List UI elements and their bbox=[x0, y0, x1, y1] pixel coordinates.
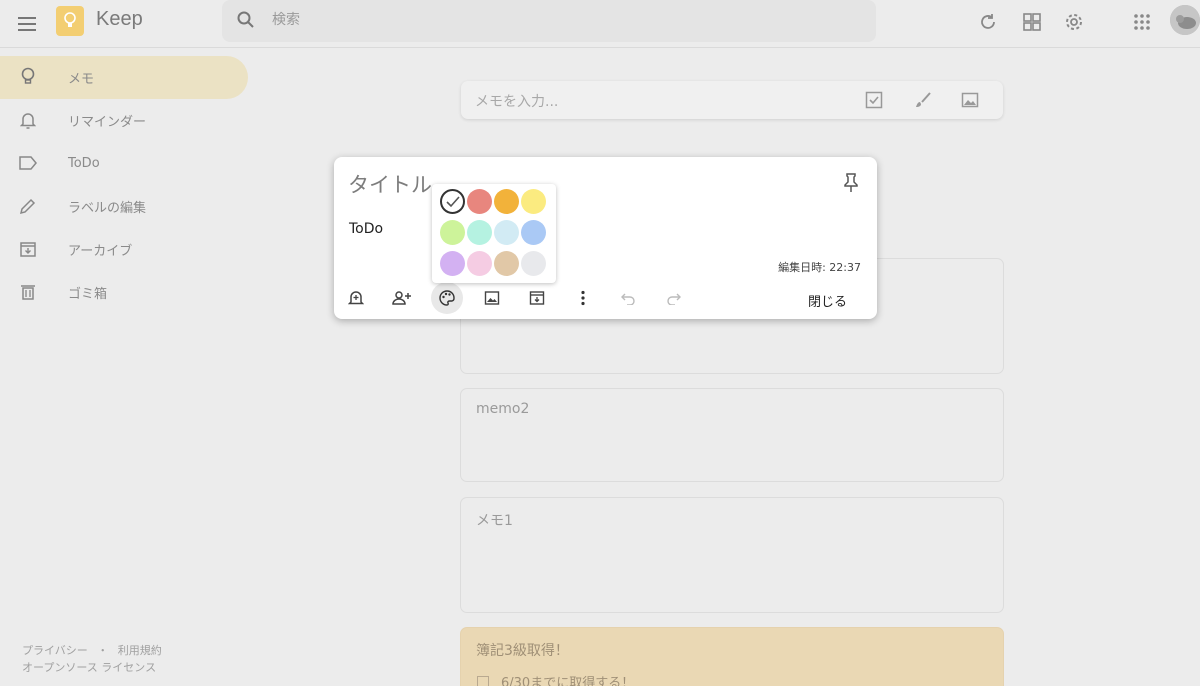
sidebar-item-reminders[interactable]: リマインダー bbox=[0, 99, 250, 142]
sidebar-item-edit-labels[interactable]: ラベルの編集 bbox=[0, 185, 250, 228]
pin-icon bbox=[844, 173, 858, 192]
trash-icon bbox=[18, 282, 38, 302]
palette-icon bbox=[439, 290, 455, 306]
app-title: Keep bbox=[96, 8, 143, 30]
image-icon bbox=[484, 291, 500, 305]
archive-icon bbox=[18, 239, 38, 259]
more-vertical-icon bbox=[581, 290, 585, 306]
footer-links: プライバシー ・ 利用規約 オープンソース ライセンス bbox=[22, 642, 162, 676]
keep-logo[interactable] bbox=[56, 6, 84, 36]
archive-icon bbox=[529, 291, 545, 305]
sidebar-item-label: ラベルの編集 bbox=[68, 201, 147, 216]
person-add-icon bbox=[392, 291, 411, 305]
footer-separator: ・ bbox=[97, 644, 109, 657]
note-card[interactable]: memo2 bbox=[460, 388, 1004, 482]
archive-button[interactable] bbox=[522, 283, 552, 313]
new-drawing-button[interactable] bbox=[912, 89, 934, 111]
avatar[interactable] bbox=[1170, 5, 1200, 35]
sidebar-item-label: ToDo bbox=[68, 156, 100, 171]
note-title: memo2 bbox=[476, 401, 530, 417]
checklist-item[interactable]: 6/30までに取得する！ bbox=[477, 672, 634, 686]
sidebar-item-label: リマインダー bbox=[68, 115, 147, 130]
terms-link[interactable]: 利用規約 bbox=[118, 644, 162, 657]
redo-button[interactable] bbox=[659, 283, 689, 313]
search-input[interactable] bbox=[272, 8, 832, 32]
note-title-input[interactable]: タイトル bbox=[348, 169, 432, 199]
color-swatch-default[interactable] bbox=[440, 189, 465, 214]
grid-view-icon bbox=[1023, 13, 1041, 31]
color-swatch-dark-blue[interactable] bbox=[521, 220, 546, 245]
sidebar-item-label: ゴミ箱 bbox=[68, 287, 108, 302]
checklist-item-text: 6/30までに取得する！ bbox=[501, 676, 635, 686]
note-card[interactable]: メモ1 bbox=[460, 497, 1004, 613]
main-menu-button[interactable] bbox=[14, 10, 42, 38]
color-swatch-teal[interactable] bbox=[467, 220, 492, 245]
sidebar-item-archive[interactable]: アーカイブ bbox=[0, 228, 250, 271]
sidebar-item-notes[interactable]: メモ bbox=[0, 56, 248, 99]
edited-timestamp: 編集日時: 22:37 bbox=[778, 261, 861, 274]
grid-view-button[interactable] bbox=[1018, 8, 1046, 36]
note-toolbar: 閉じる bbox=[334, 282, 877, 315]
add-image-button[interactable] bbox=[477, 283, 507, 313]
color-palette-popup bbox=[432, 184, 556, 283]
take-note-bar[interactable]: メモを入力... bbox=[461, 81, 1003, 119]
checkbox-icon bbox=[865, 91, 883, 109]
settings-button[interactable] bbox=[1060, 8, 1088, 36]
more-options-button[interactable] bbox=[568, 283, 598, 313]
sidebar-item-label: アーカイブ bbox=[68, 244, 133, 259]
color-swatch-brown[interactable] bbox=[494, 251, 519, 276]
redo-icon bbox=[667, 293, 681, 305]
color-swatch-gray[interactable] bbox=[521, 251, 546, 276]
collaborator-button[interactable] bbox=[387, 283, 417, 313]
image-icon bbox=[961, 92, 979, 108]
note-body-input[interactable]: ToDo bbox=[349, 221, 383, 237]
apps-button[interactable] bbox=[1128, 8, 1156, 36]
new-list-button[interactable] bbox=[863, 89, 885, 111]
color-swatch-red[interactable] bbox=[467, 189, 492, 214]
sidebar-item-todo[interactable]: ToDo bbox=[0, 142, 250, 185]
sidebar-item-label: メモ bbox=[68, 72, 95, 87]
top-bar: Keep bbox=[0, 0, 1200, 48]
search-bar[interactable] bbox=[222, 0, 876, 42]
refresh-button[interactable] bbox=[974, 8, 1002, 36]
undo-icon bbox=[621, 293, 635, 305]
background-options-button[interactable] bbox=[431, 282, 463, 314]
gear-icon bbox=[1066, 14, 1082, 30]
sidebar: メモ リマインダー ToDo ラベルの編集 アーカイブ ゴミ箱 bbox=[0, 56, 250, 314]
color-swatch-orange[interactable] bbox=[494, 189, 519, 214]
note-card[interactable]: 簿記3級取得！ 6/30までに取得する！ bbox=[460, 627, 1004, 686]
oss-license-link[interactable]: オープンソース ライセンス bbox=[22, 659, 162, 676]
color-swatch-pink[interactable] bbox=[467, 251, 492, 276]
refresh-icon bbox=[981, 14, 995, 29]
take-note-placeholder[interactable]: メモを入力... bbox=[475, 91, 558, 111]
color-swatch-purple[interactable] bbox=[440, 251, 465, 276]
note-title: メモ1 bbox=[476, 513, 513, 529]
pencil-icon bbox=[18, 196, 38, 216]
remind-me-button[interactable] bbox=[341, 283, 371, 313]
apps-grid-icon bbox=[1134, 14, 1150, 30]
bell-plus-icon bbox=[348, 291, 364, 305]
label-icon bbox=[18, 153, 38, 173]
lightbulb-icon bbox=[18, 67, 38, 87]
brush-icon bbox=[916, 92, 931, 107]
note-title: 簿記3級取得！ bbox=[476, 643, 569, 659]
hamburger-icon bbox=[18, 17, 36, 31]
color-swatch-blue[interactable] bbox=[494, 220, 519, 245]
checkbox[interactable] bbox=[477, 675, 489, 686]
check-icon bbox=[445, 195, 460, 207]
pin-button[interactable] bbox=[839, 171, 863, 195]
new-image-button[interactable] bbox=[959, 89, 981, 111]
search-icon[interactable] bbox=[236, 10, 256, 34]
color-swatch-yellow[interactable] bbox=[521, 189, 546, 214]
color-swatch-green[interactable] bbox=[440, 220, 465, 245]
close-button[interactable]: 閉じる bbox=[808, 291, 847, 310]
note-editor-dialog: タイトル ToDo 編集日時: 22:37 閉じる bbox=[334, 157, 877, 319]
privacy-link[interactable]: プライバシー bbox=[22, 644, 88, 657]
undo-button[interactable] bbox=[613, 283, 643, 313]
sidebar-item-trash[interactable]: ゴミ箱 bbox=[0, 271, 250, 314]
bell-icon bbox=[18, 110, 38, 130]
